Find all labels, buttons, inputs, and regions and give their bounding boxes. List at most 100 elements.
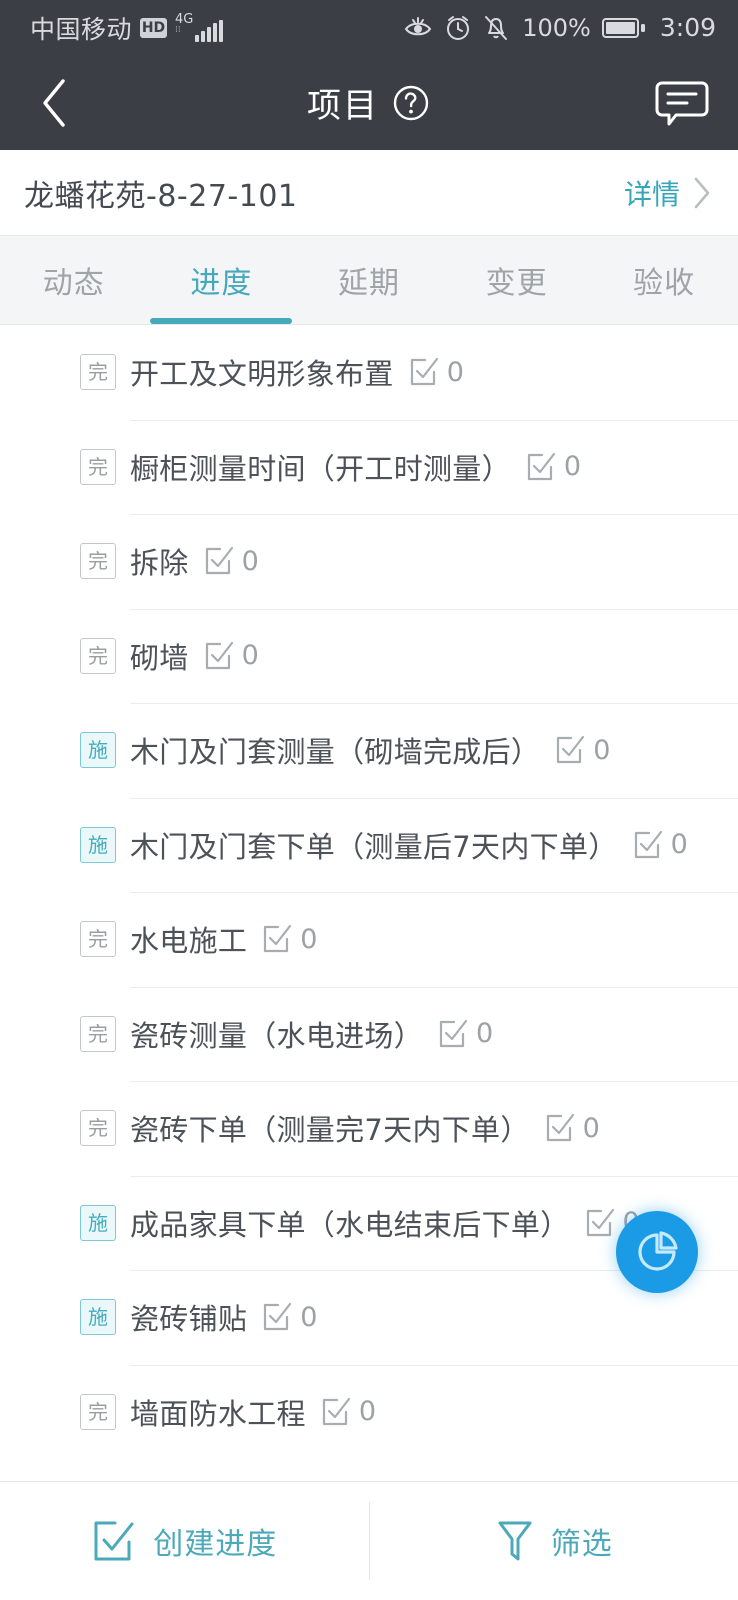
alarm-clock-icon	[447, 15, 470, 40]
tab-dongtai[interactable]: 动态	[0, 236, 148, 324]
row-count: 0	[582, 1112, 600, 1144]
status-bar-left: 中国移动 HD 4G ⁞⁞	[30, 10, 224, 46]
row-title: 砌墙	[130, 640, 189, 675]
status-badge: 施	[80, 1204, 116, 1241]
row-meta: 0	[544, 1112, 600, 1144]
project-bar[interactable]: 龙蟠花苑-8-27-101 详情	[0, 150, 738, 236]
question-circle-icon[interactable]	[391, 83, 431, 123]
progress-list-container: 完开工及文明形象布置 0 完橱柜测量时间（开工时测量） 0 完拆除 0 完砌墙 0 施木门及门套…	[0, 325, 738, 1481]
tab-label: 动态	[42, 266, 105, 301]
checkbox-check-icon	[205, 547, 233, 575]
row-title: 水电施工	[130, 924, 248, 959]
table-row[interactable]: 完墙面防水工程 0	[0, 1364, 738, 1459]
tab-yanshou[interactable]: 验收	[590, 236, 738, 324]
row-count: 0	[563, 451, 582, 483]
row-count: 0	[241, 640, 259, 672]
app-screen: 中国移动 HD 4G ⁞⁞ 100% 3:09 项目 龙蟠花苑-8-27-101…	[0, 0, 738, 1600]
table-row[interactable]: 施木门及门套测量（砌墙完成后） 0	[0, 703, 738, 798]
row-meta: 0	[320, 1396, 376, 1428]
checkbox-check-icon	[557, 736, 585, 764]
row-count: 0	[593, 734, 611, 766]
row-count: 0	[358, 1396, 376, 1428]
row-meta: 0	[525, 451, 581, 483]
project-detail-label: 详情	[623, 177, 680, 211]
project-detail-link[interactable]: 详情	[624, 173, 712, 213]
checkbox-check-icon	[410, 358, 438, 386]
row-count: 0	[446, 356, 464, 388]
app-header: 项目	[0, 55, 738, 150]
status-badge: 完	[80, 1015, 116, 1052]
checkbox-check-icon	[94, 1521, 134, 1561]
row-title: 瓷砖测量（水电进场）	[130, 1018, 424, 1053]
tab-label: 变更	[485, 266, 548, 301]
network-type-label: 4G	[175, 11, 194, 27]
battery-icon	[601, 17, 645, 38]
tab-label: 验收	[633, 266, 696, 301]
create-progress-label: 创建进度	[153, 1527, 278, 1562]
filter-label: 筛选	[550, 1527, 613, 1562]
table-row[interactable]: 完拆除 0	[0, 514, 738, 609]
status-badge: 施	[80, 826, 116, 863]
row-meta: 0	[261, 923, 317, 955]
row-title: 橱柜测量时间（开工时测量）	[130, 451, 511, 486]
checkbox-check-icon	[264, 925, 292, 953]
row-count: 0	[241, 545, 259, 577]
tab-yanqi[interactable]: 延期	[295, 236, 443, 324]
table-row[interactable]: 施木门及门套下单（测量后7天内下单） 0	[0, 797, 738, 892]
table-row[interactable]: 完开工及文明形象布置 0	[0, 325, 738, 420]
checkbox-check-icon	[439, 1019, 468, 1047]
row-title: 木门及门套测量（砌墙完成后）	[130, 735, 541, 770]
eye-comfort-icon	[405, 16, 432, 35]
row-meta: 0	[203, 545, 259, 577]
row-meta: 0	[437, 1018, 493, 1050]
checkbox-check-icon	[546, 1114, 574, 1142]
table-row[interactable]: 完砌墙 0	[0, 608, 738, 703]
checkbox-check-icon	[634, 830, 662, 858]
status-badge: 施	[80, 1299, 116, 1336]
table-row[interactable]: 完橱柜测量时间（开工时测量） 0	[0, 419, 738, 514]
row-title: 木门及门套下单（测量后7天内下单）	[130, 829, 618, 864]
row-count: 0	[300, 923, 318, 955]
bell-muted-icon	[485, 15, 508, 40]
row-title: 开工及文明形象布置	[130, 357, 394, 392]
battery-percent-label: 100%	[522, 13, 591, 42]
bottom-action-bar: 创建进度 筛选	[0, 1481, 738, 1600]
status-badge: 完	[80, 1110, 116, 1147]
row-meta: 0	[203, 640, 259, 672]
status-badge: 完	[80, 921, 116, 958]
status-badge: 完	[80, 448, 116, 485]
status-badge: 施	[80, 732, 116, 769]
table-row[interactable]: 施瓷砖铺贴 0	[0, 1270, 738, 1365]
tab-jindu[interactable]: 进度	[148, 236, 296, 324]
row-meta: 0	[408, 356, 464, 388]
filter-button[interactable]: 筛选	[370, 1482, 738, 1600]
chevron-left-icon	[43, 78, 65, 127]
row-meta: 0	[554, 734, 610, 766]
progress-list[interactable]: 完开工及文明形象布置 0 完橱柜测量时间（开工时测量） 0 完拆除 0 完砌墙 0 施木门及门套…	[0, 325, 738, 1481]
page-title: 项目	[307, 86, 379, 126]
row-title: 瓷砖铺贴	[130, 1302, 248, 1337]
statistics-fab-button[interactable]	[616, 1211, 698, 1293]
header-title-group: 项目	[0, 78, 738, 127]
checkbox-check-icon	[322, 1397, 350, 1425]
create-progress-button[interactable]: 创建进度	[0, 1482, 369, 1600]
tab-biangeng[interactable]: 变更	[443, 236, 591, 324]
status-badge: 完	[80, 543, 116, 580]
checkbox-check-icon	[205, 641, 233, 669]
network-sub-label: ⁞⁞	[175, 24, 181, 35]
table-row[interactable]: 完瓷砖测量（水电进场） 0	[0, 986, 738, 1081]
row-title: 成品家具下单（水电结束后下单）	[130, 1207, 570, 1242]
hd-icon: HD	[140, 17, 168, 38]
row-title: 瓷砖下单（测量完7天内下单）	[130, 1113, 530, 1148]
chat-bubble-icon	[655, 81, 709, 125]
row-meta: 0	[632, 829, 688, 861]
tab-label: 延期	[337, 266, 400, 301]
table-row[interactable]: 完瓷砖下单（测量完7天内下单） 0	[0, 1081, 738, 1176]
checkbox-check-icon	[527, 452, 556, 480]
network-indicator: 4G ⁞⁞	[175, 11, 224, 42]
chat-button[interactable]	[652, 75, 712, 131]
back-button[interactable]	[26, 75, 82, 131]
signal-bars-icon	[195, 19, 224, 42]
status-bar: 中国移动 HD 4G ⁞⁞ 100% 3:09	[0, 0, 738, 55]
table-row[interactable]: 完水电施工 0	[0, 892, 738, 987]
